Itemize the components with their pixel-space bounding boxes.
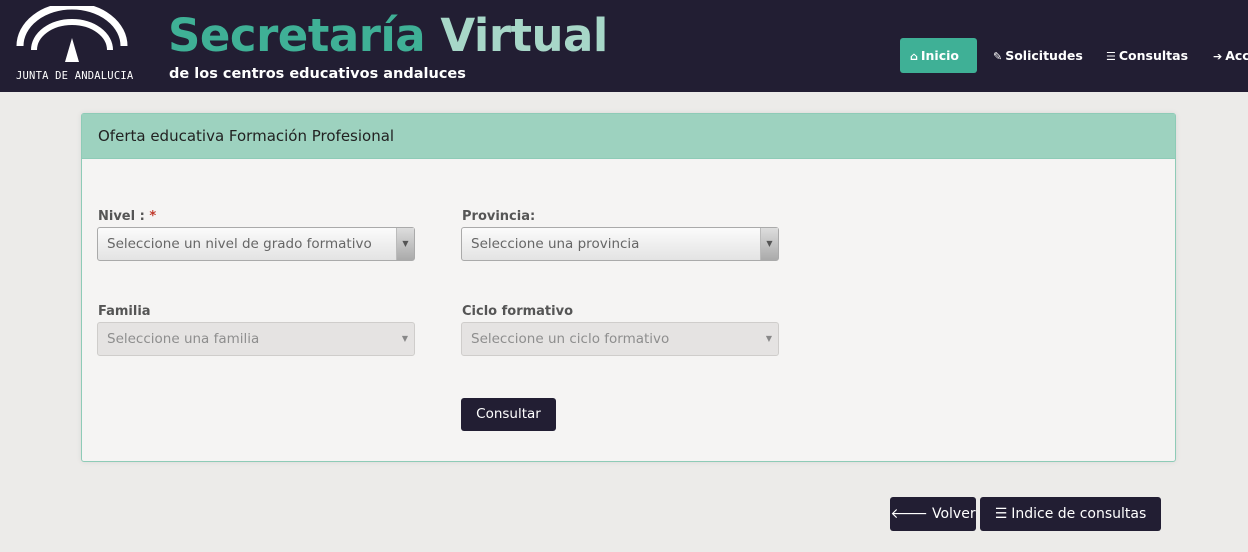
nivel-select-value: Seleccione un nivel de grado formativo: [107, 236, 372, 252]
site-title: Secretaría Virtual: [168, 8, 608, 64]
provincia-select[interactable]: Seleccione una provincia ▼: [461, 227, 779, 261]
panel-header: Oferta educativa Formación Profesional: [82, 114, 1175, 159]
chevron-down-icon: ▼: [401, 334, 409, 343]
nav-inicio[interactable]: ⌂ Inicio: [900, 38, 977, 73]
oferta-panel: Oferta educativa Formación Profesional N…: [81, 113, 1176, 462]
site-title-part2: Virtual: [440, 9, 608, 62]
junta-andalucia-logo[interactable]: JUNTA DE ANDALUCIA: [16, 6, 134, 86]
nivel-label: Nivel : *: [98, 209, 156, 224]
pencil-icon: ✎: [993, 50, 1003, 63]
familia-select[interactable]: Seleccione una familia ▼: [97, 322, 415, 356]
ciclo-label: Ciclo formativo: [462, 304, 574, 319]
familia-label: Familia: [98, 304, 151, 319]
volver-button[interactable]: 🡐 Volver: [890, 497, 976, 531]
top-header: JUNTA DE ANDALUCIA Secretaría Virtual de…: [0, 0, 1248, 92]
site-subtitle: de los centros educativos andaluces: [169, 66, 466, 82]
arrow-left-icon: 🡐: [890, 506, 928, 522]
chevron-down-icon: ▼: [396, 228, 414, 260]
indice-consultas-button[interactable]: ☰ Indice de consultas: [980, 497, 1161, 531]
nav-solicitudes[interactable]: ✎ Solicitudes: [983, 38, 1093, 73]
chevron-down-icon: ▼: [765, 334, 773, 343]
nivel-label-text: Nivel :: [98, 209, 145, 224]
list-icon: ☰: [994, 506, 1008, 522]
list-icon: ☰: [1106, 50, 1116, 63]
volver-label: Volver: [931, 506, 976, 522]
nivel-select[interactable]: Seleccione un nivel de grado formativo ▼: [97, 227, 415, 261]
logo-text: JUNTA DE ANDALUCIA: [16, 70, 134, 82]
indice-label: Indice de consultas: [1011, 506, 1147, 522]
site-title-part1: Secretaría: [168, 9, 426, 62]
provincia-label: Provincia:: [462, 209, 536, 224]
consultar-button[interactable]: Consultar: [461, 398, 556, 431]
ciclo-select-value: Seleccione un ciclo formativo: [471, 331, 670, 347]
nav-acceso-label: Acc: [1225, 48, 1248, 63]
ciclo-select[interactable]: Seleccione un ciclo formativo ▼: [461, 322, 779, 356]
nav-solicitudes-label: Solicitudes: [1005, 48, 1083, 63]
nav-consultas[interactable]: ☰ Consultas: [1096, 38, 1198, 73]
nav-acceso[interactable]: ➔ Acc: [1203, 38, 1248, 73]
home-icon: ⌂: [910, 50, 918, 63]
familia-select-value: Seleccione una familia: [107, 331, 260, 347]
sign-in-icon: ➔: [1213, 50, 1223, 63]
nav-consultas-label: Consultas: [1118, 48, 1189, 63]
nav-inicio-label: Inicio: [920, 48, 959, 63]
chevron-down-icon: ▼: [760, 228, 778, 260]
arch-logo-icon: [16, 6, 128, 62]
panel-title: Oferta educativa Formación Profesional: [98, 127, 395, 145]
required-mark: *: [149, 209, 157, 224]
provincia-select-value: Seleccione una provincia: [471, 236, 640, 252]
